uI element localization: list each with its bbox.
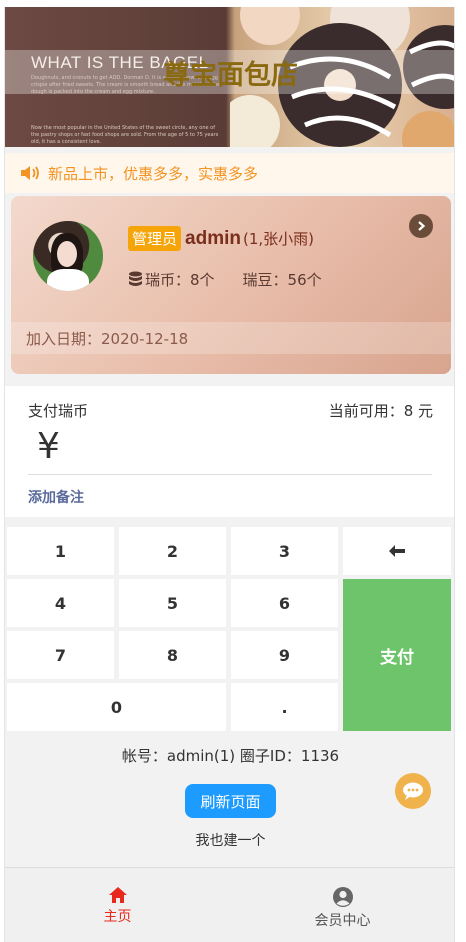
tab-home[interactable]: 主页: [5, 868, 230, 942]
key-1[interactable]: 1: [7, 527, 114, 575]
currency-symbol: ¥: [37, 426, 60, 467]
bean-balance: 瑞豆：56个: [242, 271, 322, 289]
member-name-row: 管理员 admin (1,张小雨): [128, 226, 314, 251]
app-frame: WHAT IS THE BAGEL Doughnuts, and cronuts…: [4, 7, 455, 942]
amount-divider: [28, 474, 432, 475]
join-date: 加入日期：2020-12-18: [11, 322, 451, 354]
chevron-right-icon: [418, 221, 426, 231]
available-balance: 当前可用：8 元: [328, 402, 433, 420]
pay-button[interactable]: 支付: [343, 579, 451, 731]
backspace-arrow-icon: [389, 545, 405, 557]
bottom-tab-bar: 主页 会员中心: [5, 867, 454, 942]
amount-input[interactable]: [79, 428, 419, 470]
coin-balance: 瑞币：8个: [145, 271, 215, 289]
chat-bubble-icon: [403, 782, 423, 800]
shop-title: 尊宝面包店: [163, 60, 298, 91]
key-5[interactable]: 5: [119, 579, 226, 627]
key-8[interactable]: 8: [119, 631, 226, 679]
member-id-info: (1,张小雨): [242, 230, 314, 248]
banner-paragraph-bottom: Now the most popular in the United State…: [31, 125, 219, 145]
tab-member-center[interactable]: 会员中心: [230, 868, 454, 942]
role-badge: 管理员: [128, 226, 182, 251]
speaker-icon: [21, 166, 39, 180]
home-icon: [108, 887, 127, 903]
backspace-key[interactable]: [343, 527, 451, 575]
payment-label: 支付瑞币: [28, 402, 89, 420]
user-circle-icon: [332, 887, 353, 907]
add-remark-link[interactable]: 添加备注: [28, 487, 84, 507]
member-detail-button[interactable]: [409, 214, 433, 238]
avatar: [33, 221, 103, 291]
key-decimal[interactable]: .: [231, 683, 338, 731]
key-6[interactable]: 6: [231, 579, 338, 627]
refresh-page-button[interactable]: 刷新页面: [185, 784, 276, 818]
member-username: admin: [185, 227, 241, 249]
key-0[interactable]: 0: [7, 683, 226, 731]
member-balance-row: 瑞币：8个 瑞豆：56个: [128, 269, 322, 290]
create-one-link[interactable]: 我也建一个: [5, 830, 454, 850]
tab-home-label: 主页: [103, 909, 132, 925]
key-7[interactable]: 7: [7, 631, 114, 679]
key-4[interactable]: 4: [7, 579, 114, 627]
account-info: 帐号：admin(1) 圈子ID：1136: [121, 747, 340, 765]
coin-stack-icon: [129, 271, 142, 286]
payment-panel: 支付瑞币 当前可用：8 元 ¥ 添加备注: [5, 386, 454, 517]
announcement-bar[interactable]: 新品上市，优惠多多，实惠多多: [5, 153, 454, 193]
numeric-keypad: 1 2 3 4 5 6 支付 7 8 9 0 .: [7, 527, 454, 733]
announcement-text: 新品上市，优惠多多，实惠多多: [48, 164, 259, 183]
shop-banner: WHAT IS THE BAGEL Doughnuts, and cronuts…: [5, 7, 454, 147]
key-2[interactable]: 2: [119, 527, 226, 575]
key-3[interactable]: 3: [231, 527, 338, 575]
chat-button[interactable]: [395, 773, 431, 809]
key-9[interactable]: 9: [231, 631, 338, 679]
member-card: 管理员 admin (1,张小雨) 瑞币：8个 瑞豆：56个 加入日期：2020…: [11, 196, 451, 374]
tab-member-label: 会员中心: [314, 913, 371, 929]
